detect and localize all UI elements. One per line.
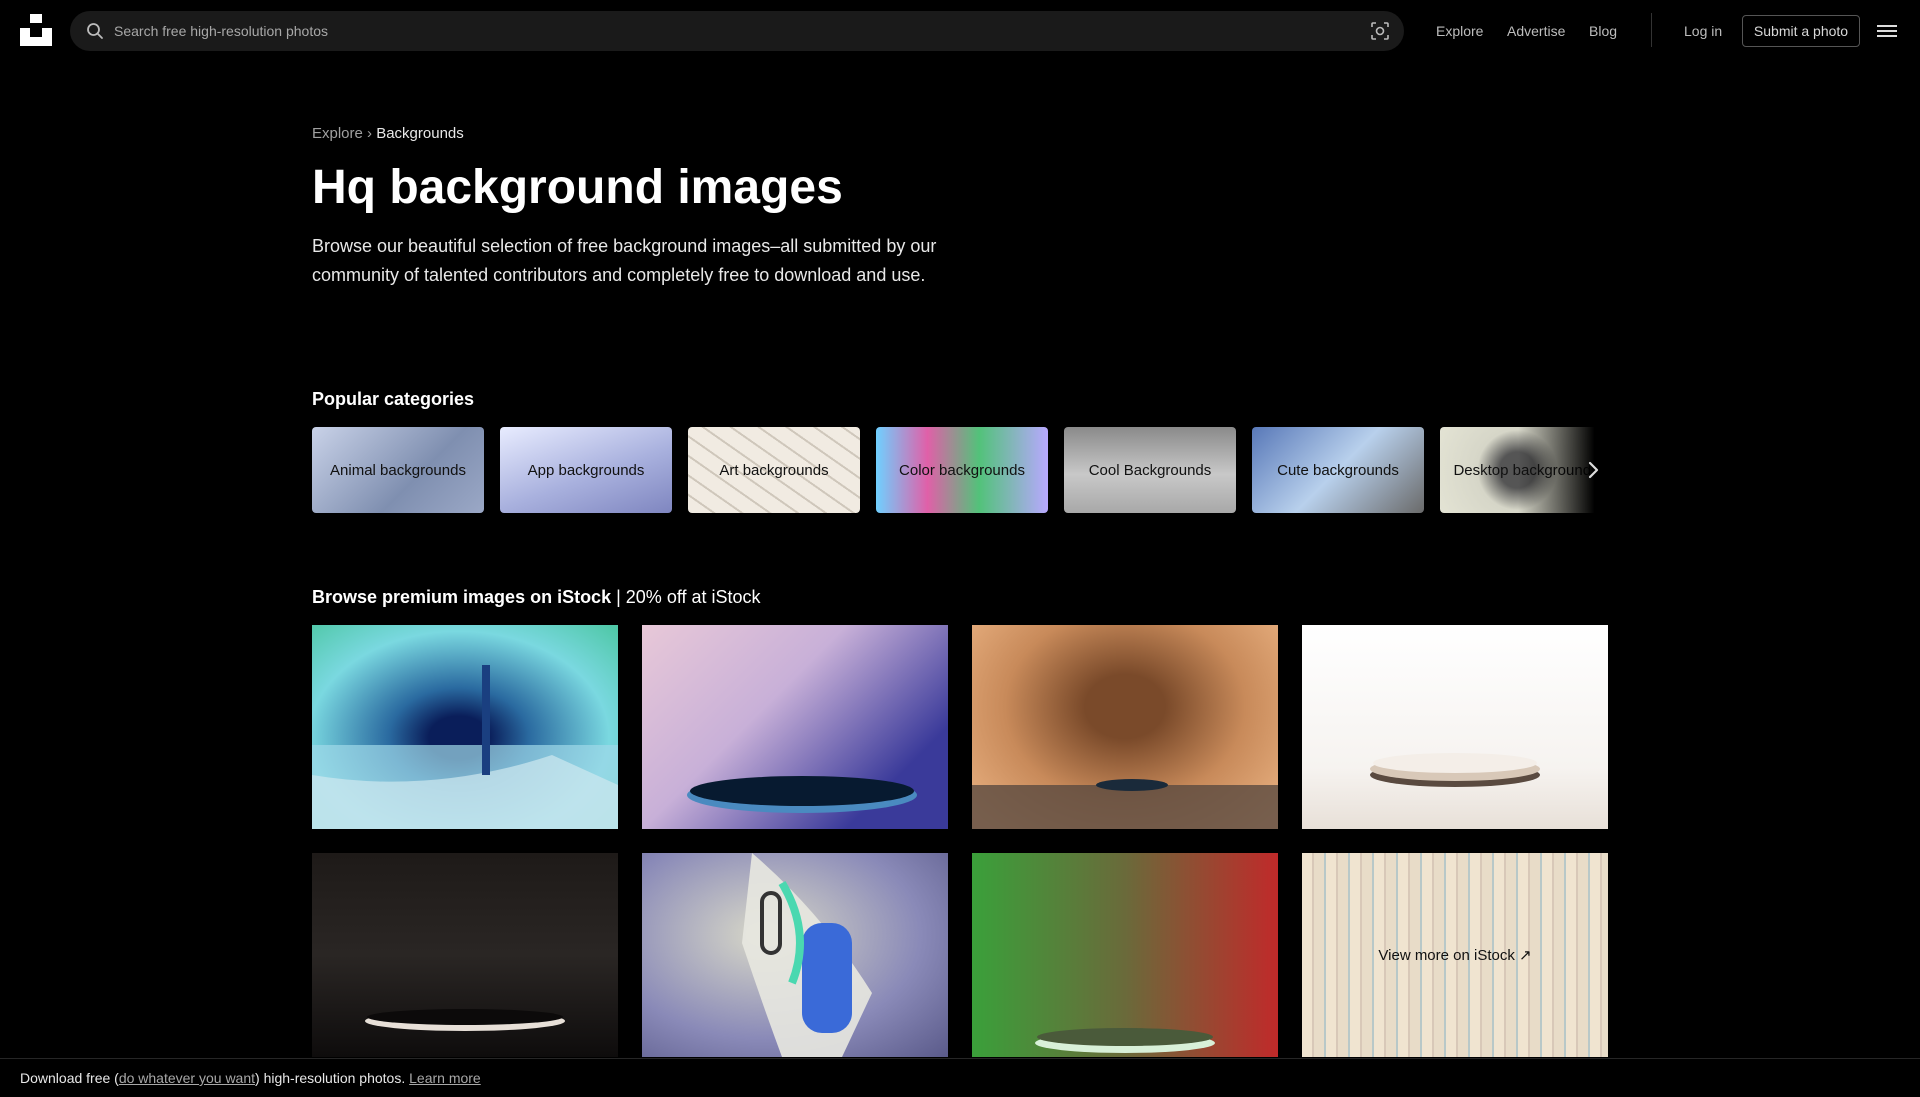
categories-heading: Popular categories: [312, 389, 475, 409]
unsplash-logo-icon[interactable]: [20, 14, 52, 46]
carabiner-shape: [742, 853, 872, 1057]
podium-shape: [1035, 1028, 1215, 1053]
istock-heading-bold: Browse premium images on iStock: [312, 587, 612, 607]
breadcrumb: Explore › Backgrounds: [312, 125, 464, 142]
category-label: Cute backgrounds: [1277, 461, 1399, 479]
category-animal-backgrounds[interactable]: Animal backgrounds: [312, 427, 484, 513]
category-color-backgrounds[interactable]: Color backgrounds: [876, 427, 1048, 513]
nav-blog-link[interactable]: Blog: [1589, 23, 1617, 39]
footer-license-link[interactable]: do whatever you want: [119, 1070, 255, 1086]
podium-shape: [972, 779, 1278, 829]
istock-image-podium-orange[interactable]: [972, 625, 1278, 829]
podium-shape: [365, 1009, 565, 1031]
license-footer-bar: Download free ( do whatever you want ) h…: [0, 1058, 1920, 1097]
istock-heading-promo: | 20% off at iStock: [616, 587, 761, 607]
istock-image-city[interactable]: [312, 625, 618, 829]
category-label: App backgrounds: [527, 461, 645, 479]
istock-image-podium-white[interactable]: [1302, 625, 1608, 829]
category-label: Cool Backgrounds: [1088, 461, 1212, 479]
nav-divider: [1651, 13, 1652, 47]
visual-search-icon[interactable]: [1370, 21, 1390, 41]
chevron-right-icon[interactable]: [1582, 455, 1606, 485]
podium-shape: [1370, 753, 1540, 787]
login-link[interactable]: Log in: [1684, 23, 1722, 39]
footer-learn-more-link[interactable]: Learn more: [409, 1070, 481, 1086]
top-navbar: Explore Advertise Blog Log in Submit a p…: [0, 0, 1920, 62]
nav-advertise-link[interactable]: Advertise: [1507, 23, 1565, 39]
city-skyline-shape: [312, 665, 618, 829]
breadcrumb-separator: ›: [367, 125, 373, 142]
category-app-backgrounds[interactable]: App backgrounds: [500, 427, 672, 513]
nav-blog[interactable]: Blog: [1589, 0, 1617, 62]
category-label: Color backgrounds: [899, 461, 1025, 479]
category-label: Animal backgrounds: [330, 461, 466, 479]
breadcrumb-current: Backgrounds: [376, 125, 464, 142]
hamburger-menu-icon[interactable]: [1877, 22, 1897, 40]
category-art-backgrounds[interactable]: Art backgrounds: [688, 427, 860, 513]
category-carousel: Animal backgrounds App backgrounds Art b…: [312, 427, 1608, 513]
istock-image-climbing-gear[interactable]: [642, 853, 948, 1057]
submit-photo-button[interactable]: Submit a photo: [1742, 15, 1860, 47]
podium-shape: [687, 776, 917, 813]
nav-explore[interactable]: Explore: [1436, 0, 1483, 62]
footer-text-prefix: Download free (: [20, 1070, 119, 1086]
istock-view-more-tile[interactable]: View more on iStock ↗: [1302, 853, 1608, 1057]
istock-image-podium-dark[interactable]: [312, 853, 618, 1057]
page-title: Hq background images: [312, 161, 843, 214]
search-bar[interactable]: [70, 11, 1404, 51]
istock-heading: Browse premium images on iStock | 20% of…: [312, 587, 761, 608]
view-more-istock-link[interactable]: View more on iStock ↗: [1302, 853, 1608, 1057]
nav-login[interactable]: Log in: [1684, 0, 1722, 62]
search-input[interactable]: [114, 11, 1314, 51]
nav-explore-link[interactable]: Explore: [1436, 23, 1483, 39]
istock-image-podium-palm[interactable]: [642, 625, 948, 829]
category-cute-backgrounds[interactable]: Cute backgrounds: [1252, 427, 1424, 513]
breadcrumb-explore[interactable]: Explore: [312, 125, 363, 142]
nav-advertise[interactable]: Advertise: [1507, 0, 1565, 62]
footer-text-middle: ) high-resolution photos.: [255, 1070, 406, 1086]
page-description: Browse our beautiful selection of free b…: [312, 236, 937, 285]
category-cool-backgrounds[interactable]: Cool Backgrounds: [1064, 427, 1236, 513]
category-label: Art backgrounds: [719, 461, 829, 479]
search-icon[interactable]: [86, 22, 104, 40]
istock-image-podium-red-green[interactable]: [972, 853, 1278, 1057]
